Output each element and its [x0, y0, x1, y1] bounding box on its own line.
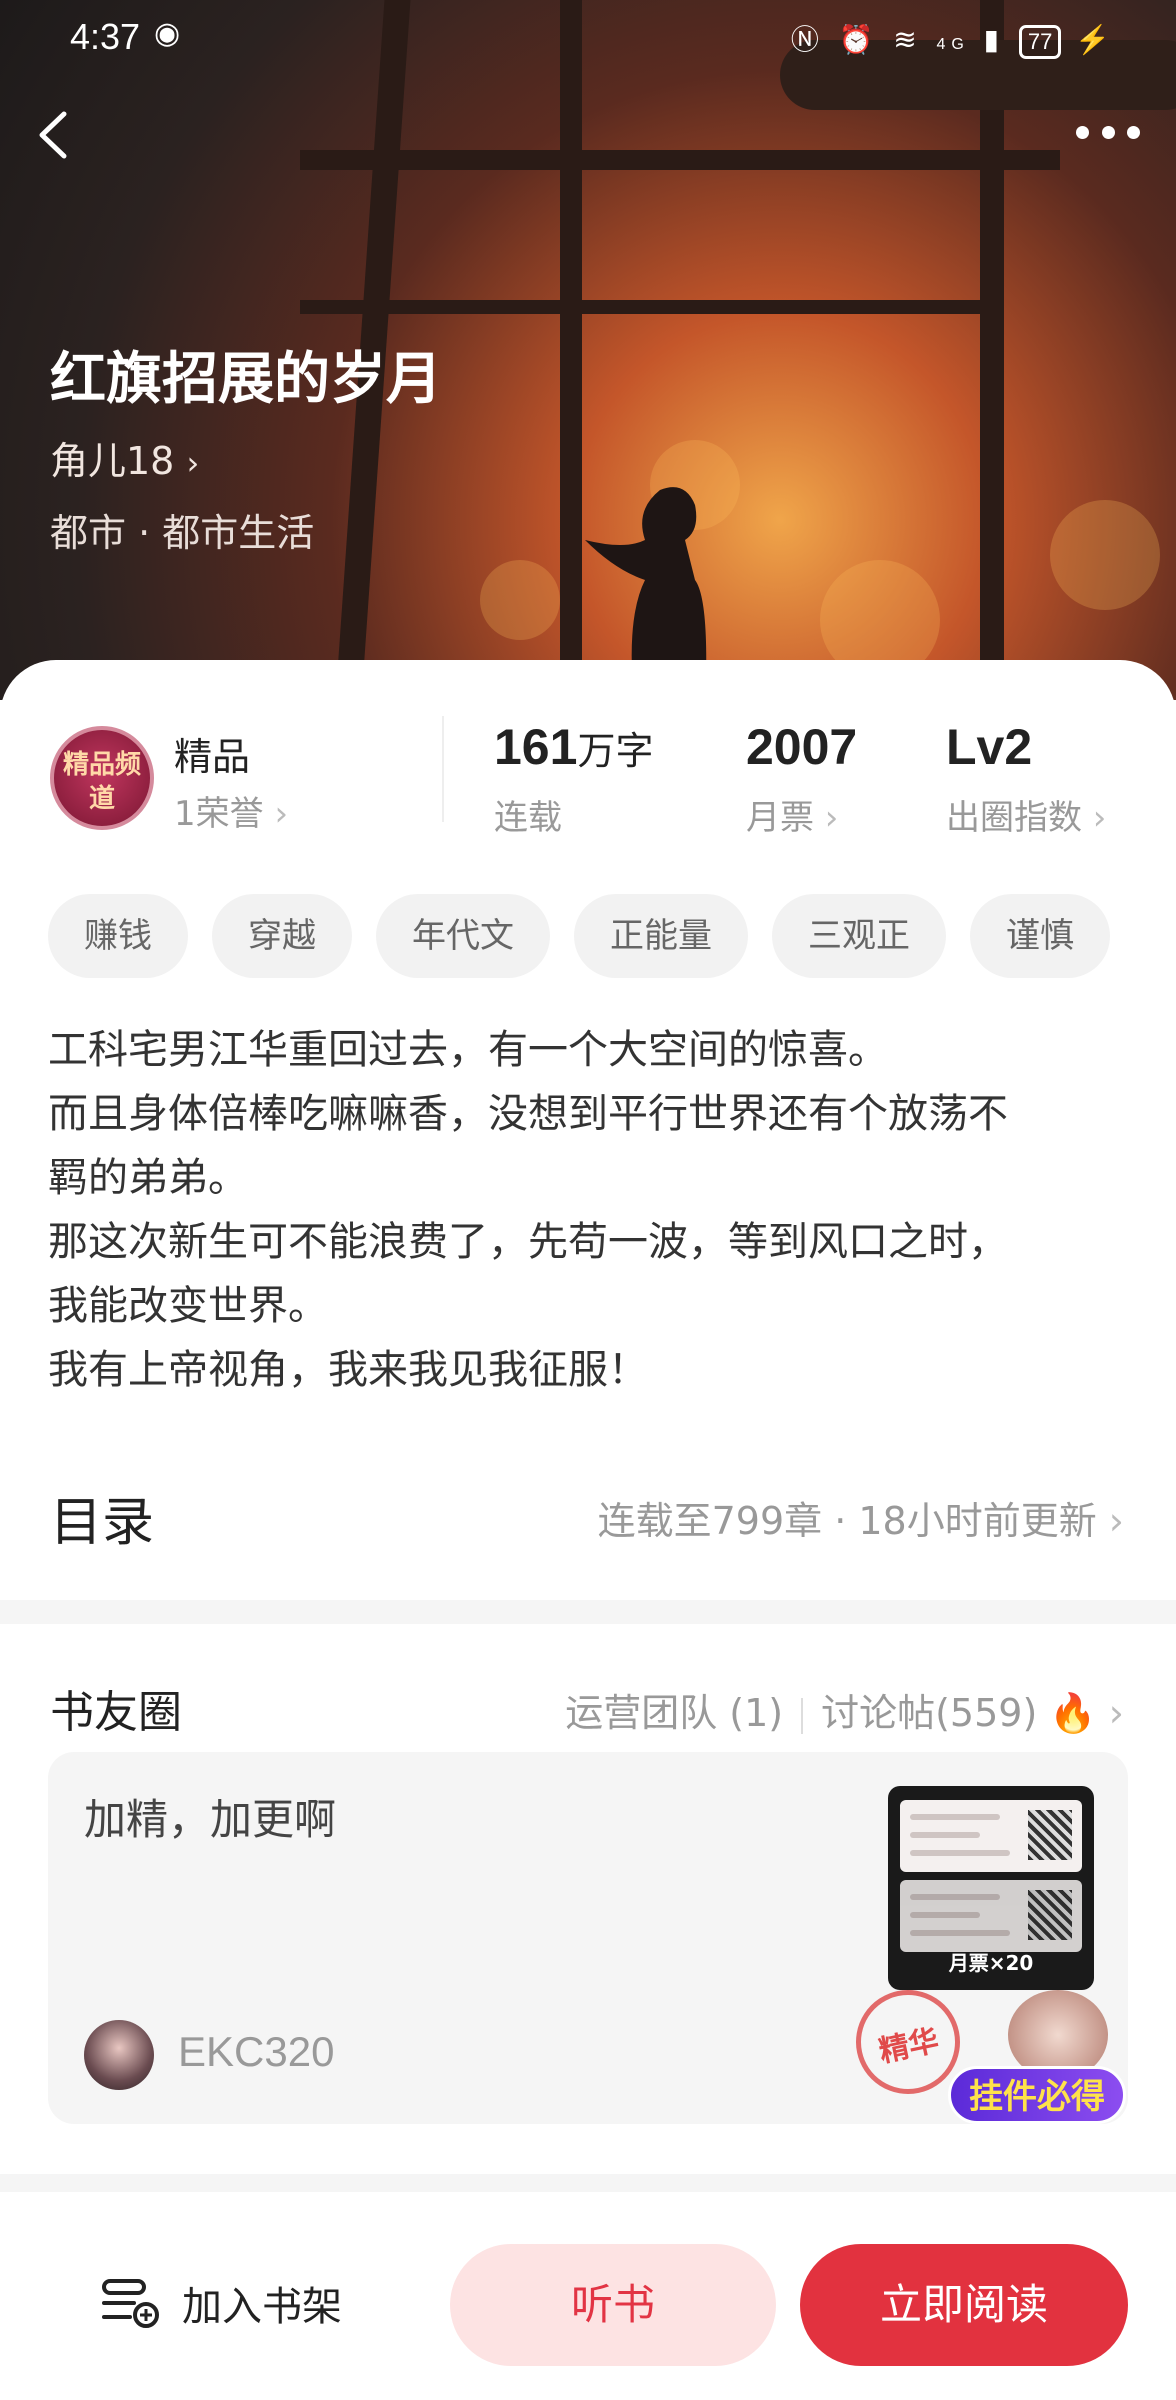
synopsis-line: 我有上帝视角，我来我见我征服！	[48, 1347, 648, 1393]
synopsis-line: 我能改变世界。	[48, 1283, 328, 1329]
book-title: 红旗招展的岁月	[50, 347, 442, 412]
synopsis[interactable]: 工科宅男江华重回过去，有一个大空间的惊喜。 而且身体倍棒吃嘛嘛香，没想到平行世界…	[48, 1018, 1138, 1402]
popularity-index-label: 出圈指数	[946, 798, 1082, 838]
toc-update-info: 连载至799章 · 18小时前更新	[597, 1499, 1097, 1543]
operations-team-link[interactable]: 运营团队 (1)	[565, 1691, 783, 1735]
ticket-line	[910, 1850, 1010, 1856]
monthly-ticket-label: 月票	[746, 798, 814, 838]
post-image-thumbnail[interactable]: 月票×20	[888, 1786, 1094, 1990]
alarm-icon: ⏰	[838, 24, 880, 55]
section-separator	[0, 2174, 1176, 2192]
network-label: 4G	[936, 36, 970, 53]
ticket-line	[910, 1930, 1010, 1936]
popularity-index-value: Lv2	[946, 719, 1033, 775]
chevron-right-icon: ›	[186, 444, 200, 482]
bokeh-light	[480, 560, 560, 640]
bokeh-light	[1050, 500, 1160, 610]
tag-chip[interactable]: 年代文	[376, 894, 550, 978]
honor-label: 精品	[174, 735, 251, 779]
ticket-line	[910, 1832, 980, 1838]
toc-link[interactable]: 连载至799章 · 18小时前更新 ›	[598, 1490, 1124, 1545]
author-link[interactable]: 角儿18 ›	[50, 430, 199, 485]
thumbnail-caption: 月票×20	[948, 1951, 1034, 1975]
author-name: 角儿18	[50, 439, 175, 483]
pendant-promo-badge[interactable]: 挂件必得	[948, 2066, 1126, 2124]
post-username[interactable]: EKC320	[178, 2028, 334, 2076]
serial-status-label: 连载	[494, 798, 562, 838]
add-to-shelf-button[interactable]: 加入书架	[100, 2268, 342, 2338]
tag-chip[interactable]: 谨慎	[970, 894, 1110, 978]
honor-badge-icon[interactable]: 精品频道	[50, 726, 154, 830]
divider	[801, 1697, 804, 1734]
discussion-count[interactable]: 讨论帖(559)	[821, 1691, 1037, 1735]
qr-code-icon	[1028, 1810, 1072, 1860]
honor-count: 1荣誉	[174, 794, 264, 834]
genre-label: 都市 · 都市生活	[50, 511, 315, 555]
word-count-unit: 万字	[577, 729, 654, 773]
signal-icon: ▮	[983, 24, 1006, 55]
tag-chip[interactable]: 正能量	[574, 894, 748, 978]
word-count-value: 161万字	[494, 718, 653, 776]
read-now-button[interactable]: 立即阅读	[800, 2244, 1128, 2366]
charging-icon: ⚡	[1075, 24, 1116, 55]
honor-count-link[interactable]: 1荣誉 ›	[174, 786, 288, 835]
avatar[interactable]	[84, 2020, 154, 2090]
tag-chip[interactable]: 赚钱	[48, 894, 188, 978]
monthly-ticket-value: 2007	[746, 719, 858, 775]
synopsis-line: 羁的弟弟。	[48, 1155, 248, 1201]
cover-banner: 4:37 ◉ Ⓝ ⏰ ≋ 4G ▮ 77 ⚡ 红旗招展的岁月 角儿18 › 都市…	[0, 0, 1176, 700]
status-bar: 4:37 ◉ Ⓝ ⏰ ≋ 4G ▮ 77 ⚡	[0, 0, 1176, 70]
synopsis-line: 那这次新生可不能浪费了，先苟一波，等到风口之时，	[48, 1219, 1008, 1265]
battery-icon: 77	[1018, 25, 1062, 59]
divider	[442, 716, 444, 822]
tag-list: 赚钱 穿越 年代文 正能量 三观正 谨慎	[48, 894, 1110, 978]
popularity-index-link[interactable]: 出圈指数 ›	[946, 790, 1106, 839]
nfc-icon: Ⓝ	[790, 24, 825, 55]
eye-icon: ◉	[154, 17, 181, 50]
add-to-shelf-label: 加入书架	[182, 2284, 342, 2330]
wifi-icon: ≋	[893, 24, 923, 55]
more-options-icon[interactable]	[1076, 122, 1140, 142]
chevron-right-icon: ›	[814, 798, 839, 838]
monthly-ticket-link[interactable]: 月票 ›	[746, 790, 838, 839]
back-arrow-icon[interactable]	[34, 110, 74, 160]
synopsis-line: 而且身体倍棒吃嘛嘛香，没想到平行世界还有个放荡不	[48, 1091, 1008, 1137]
chevron-right-icon: ›	[1082, 798, 1107, 838]
chevron-right-icon: ›	[274, 794, 289, 834]
chevron-right-icon: ›	[1096, 1691, 1124, 1735]
tag-chip[interactable]: 三观正	[772, 894, 946, 978]
synopsis-line: 工科宅男江华重回过去，有一个大空间的惊喜。	[48, 1027, 888, 1073]
ticket-image	[900, 1800, 1082, 1872]
book-circle-meta[interactable]: 运营团队 (1) 讨论帖(559) 🔥 ›	[565, 1682, 1124, 1737]
qr-code-icon	[1028, 1890, 1072, 1940]
scaffold-beam	[300, 300, 1000, 314]
ticket-line	[910, 1912, 980, 1918]
flame-icon: 🔥	[1049, 1691, 1097, 1735]
bookshelf-add-icon	[102, 2279, 159, 2328]
scaffold-beam	[300, 150, 1060, 170]
word-count-number: 161	[494, 719, 578, 775]
listen-button[interactable]: 听书	[450, 2244, 776, 2366]
post-text: 加精，加更啊	[84, 1795, 337, 1844]
status-icons: Ⓝ ⏰ ≋ 4G ▮ 77 ⚡	[791, 18, 1116, 59]
tag-chip[interactable]: 穿越	[212, 894, 352, 978]
chevron-right-icon: ›	[1096, 1499, 1124, 1543]
section-separator	[0, 1600, 1176, 1624]
book-circle-title[interactable]: 书友圈	[50, 1676, 182, 1740]
featured-post-card[interactable]: 加精，加更啊 EKC320 月票×20 精华 挂件必得	[48, 1752, 1128, 2124]
toc-title[interactable]: 目录	[50, 1480, 154, 1555]
status-time: 4:37	[70, 16, 141, 57]
ticket-image	[900, 1880, 1082, 1952]
ticket-line	[910, 1814, 1000, 1820]
ticket-line	[910, 1894, 1000, 1900]
